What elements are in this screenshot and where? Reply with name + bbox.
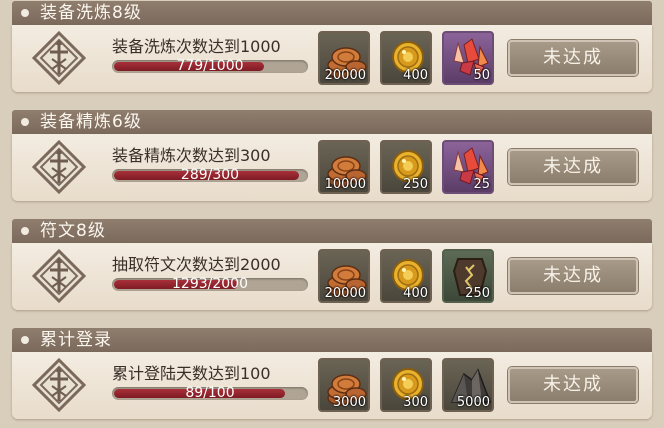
achievement-card: 装备洗炼次数达到1000 779/1000 20000 400 50 未达成 bbox=[12, 25, 652, 92]
achievement-header: 累计登录 bbox=[12, 328, 652, 352]
achievement-title: 累计登录 bbox=[40, 330, 112, 350]
bullet-icon bbox=[21, 9, 29, 17]
reward-quantity: 400 bbox=[403, 68, 428, 83]
achievement-title: 装备精炼6级 bbox=[40, 112, 142, 132]
reward-slot[interactable]: 300 bbox=[380, 358, 432, 412]
reward-quantity: 400 bbox=[403, 286, 428, 301]
reward-slot[interactable]: 250 bbox=[380, 140, 432, 194]
reward-quantity: 250 bbox=[403, 177, 428, 192]
reward-slot[interactable]: 250 bbox=[442, 249, 494, 303]
achievement-item: 累计登录 累计登陆天数达到100 89/100 3000 300 5000 未达… bbox=[12, 328, 652, 428]
reward-quantity: 25 bbox=[473, 177, 490, 192]
reward-slot[interactable]: 50 bbox=[442, 31, 494, 85]
achievement-card: 抽取符文次数达到2000 1293/2000 20000 400 250 未达成 bbox=[12, 243, 652, 310]
progress-bar: 89/100 bbox=[112, 385, 308, 401]
status-button[interactable]: 未达成 bbox=[508, 367, 638, 403]
status-button[interactable]: 未达成 bbox=[508, 149, 638, 185]
progress-bar: 1293/2000 bbox=[112, 276, 308, 292]
medal-icon bbox=[31, 139, 87, 195]
medal-icon bbox=[31, 30, 87, 86]
progress-text: 89/100 bbox=[185, 385, 235, 401]
achievement-description: 装备洗炼次数达到1000 bbox=[112, 37, 281, 56]
achievement-description: 装备精炼次数达到300 bbox=[112, 146, 271, 165]
reward-slot[interactable]: 10000 bbox=[318, 140, 370, 194]
progress-text: 1293/2000 bbox=[172, 276, 248, 292]
achievement-header: 装备洗炼8级 bbox=[12, 1, 652, 25]
bullet-icon bbox=[21, 336, 29, 344]
reward-quantity: 250 bbox=[465, 286, 490, 301]
reward-quantity: 20000 bbox=[324, 286, 366, 301]
medal-icon bbox=[31, 248, 87, 304]
achievement-header: 符文8级 bbox=[12, 219, 652, 243]
reward-quantity: 5000 bbox=[456, 395, 490, 410]
bullet-icon bbox=[21, 118, 29, 126]
reward-quantity: 50 bbox=[473, 68, 490, 83]
reward-quantity: 20000 bbox=[324, 68, 366, 83]
progress-bar: 779/1000 bbox=[112, 58, 308, 74]
reward-slot[interactable]: 400 bbox=[380, 249, 432, 303]
reward-slot[interactable]: 25 bbox=[442, 140, 494, 194]
progress-text: 779/1000 bbox=[176, 58, 244, 74]
status-button[interactable]: 未达成 bbox=[508, 40, 638, 76]
reward-quantity: 3000 bbox=[332, 395, 366, 410]
reward-quantity: 300 bbox=[403, 395, 428, 410]
achievement-item: 装备洗炼8级 装备洗炼次数达到1000 779/1000 20000 400 5… bbox=[12, 1, 652, 101]
medal-icon bbox=[31, 357, 87, 413]
achievement-description: 累计登陆天数达到100 bbox=[112, 364, 271, 383]
reward-quantity: 10000 bbox=[324, 177, 366, 192]
reward-slot[interactable]: 20000 bbox=[318, 31, 370, 85]
reward-slot[interactable]: 20000 bbox=[318, 249, 370, 303]
achievement-description: 抽取符文次数达到2000 bbox=[112, 255, 281, 274]
achievement-card: 装备精炼次数达到300 289/300 10000 250 25 未达成 bbox=[12, 134, 652, 201]
bullet-icon bbox=[21, 227, 29, 235]
achievement-item: 装备精炼6级 装备精炼次数达到300 289/300 10000 250 25 … bbox=[12, 110, 652, 210]
progress-bar: 289/300 bbox=[112, 167, 308, 183]
reward-slot[interactable]: 400 bbox=[380, 31, 432, 85]
achievement-item: 符文8级 抽取符文次数达到2000 1293/2000 20000 400 25… bbox=[12, 219, 652, 319]
achievement-card: 累计登陆天数达到100 89/100 3000 300 5000 未达成 bbox=[12, 352, 652, 419]
achievement-list: 装备洗炼8级 装备洗炼次数达到1000 779/1000 20000 400 5… bbox=[0, 0, 664, 426]
reward-slot[interactable]: 5000 bbox=[442, 358, 494, 412]
achievement-title: 符文8级 bbox=[40, 221, 106, 241]
achievement-title: 装备洗炼8级 bbox=[40, 3, 142, 23]
achievement-header: 装备精炼6级 bbox=[12, 110, 652, 134]
progress-text: 289/300 bbox=[180, 167, 240, 183]
status-button[interactable]: 未达成 bbox=[508, 258, 638, 294]
reward-slot[interactable]: 3000 bbox=[318, 358, 370, 412]
